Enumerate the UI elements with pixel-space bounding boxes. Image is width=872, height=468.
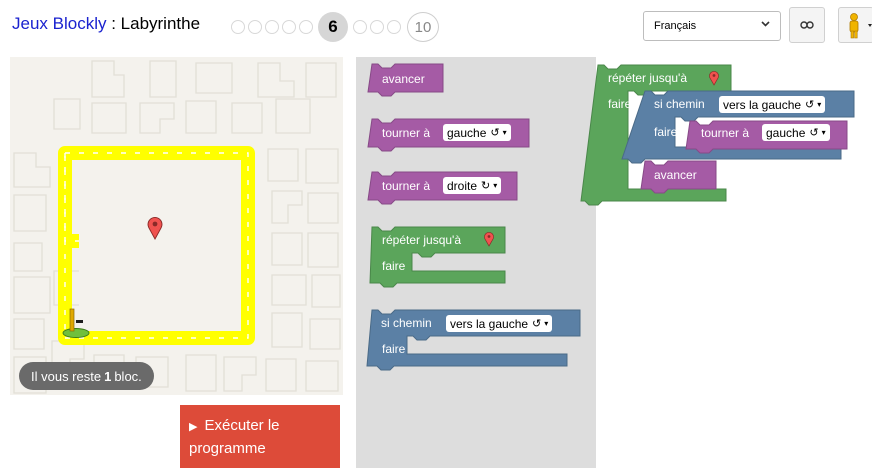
dropdown-arrow-icon: ▾ [502,128,507,137]
toolbox-turn-left-dropdown[interactable]: gauche ↺ ▾ [443,124,511,141]
workspace-repeat-do: faire [608,97,632,111]
workspace-avancer-label[interactable]: avancer [654,168,697,182]
turn-left-icon: ↺ [809,127,819,139]
turn-right-icon: ↻ [481,180,491,192]
turn-left-icon: ↺ [490,127,500,139]
turn-right-value: droite [447,178,478,193]
toolbox-repeat-do: faire [382,259,406,273]
workspace-if-label[interactable]: si chemin [654,97,705,111]
toolbox-avancer-label[interactable]: avancer [382,72,425,86]
toolbox-if-dropdown[interactable]: vers la gauche ↺ ▾ [446,315,553,332]
workspace-if-do: faire [654,125,678,139]
if-direction-value: vers la gauche [450,316,529,331]
workspace-repeat-label[interactable]: répéter jusqu'à [608,71,687,85]
dropdown-arrow-icon: ▾ [817,100,822,109]
dropdown-arrow-icon: ▾ [544,319,549,328]
workspace-if-value: vers la gauche [723,97,802,112]
toolbox-turn-right-dropdown[interactable]: droite ↻ ▾ [443,177,502,194]
workspace-turn-dropdown[interactable]: gauche ↺ ▾ [762,124,830,141]
toolbox-if-do: faire [382,342,406,356]
turn-left-value: gauche [447,125,487,140]
dropdown-arrow-icon: ▾ [821,128,826,137]
toolbox-repeat-label[interactable]: répéter jusqu'à [382,233,461,247]
toolbox-turn-left-label[interactable]: tourner à [382,126,430,140]
toolbox-if-label[interactable]: si chemin [381,316,432,330]
workspace-turn-value: gauche [766,125,806,140]
toolbox-turn-right-label[interactable]: tourner à [382,179,430,193]
workspace-if-dropdown[interactable]: vers la gauche ↺ ▾ [719,96,826,113]
dropdown-arrow-icon: ▾ [493,181,498,190]
workspace-turn-label[interactable]: tourner à [701,126,749,140]
turn-left-icon: ↺ [805,99,815,111]
turn-left-icon: ↺ [532,318,542,330]
